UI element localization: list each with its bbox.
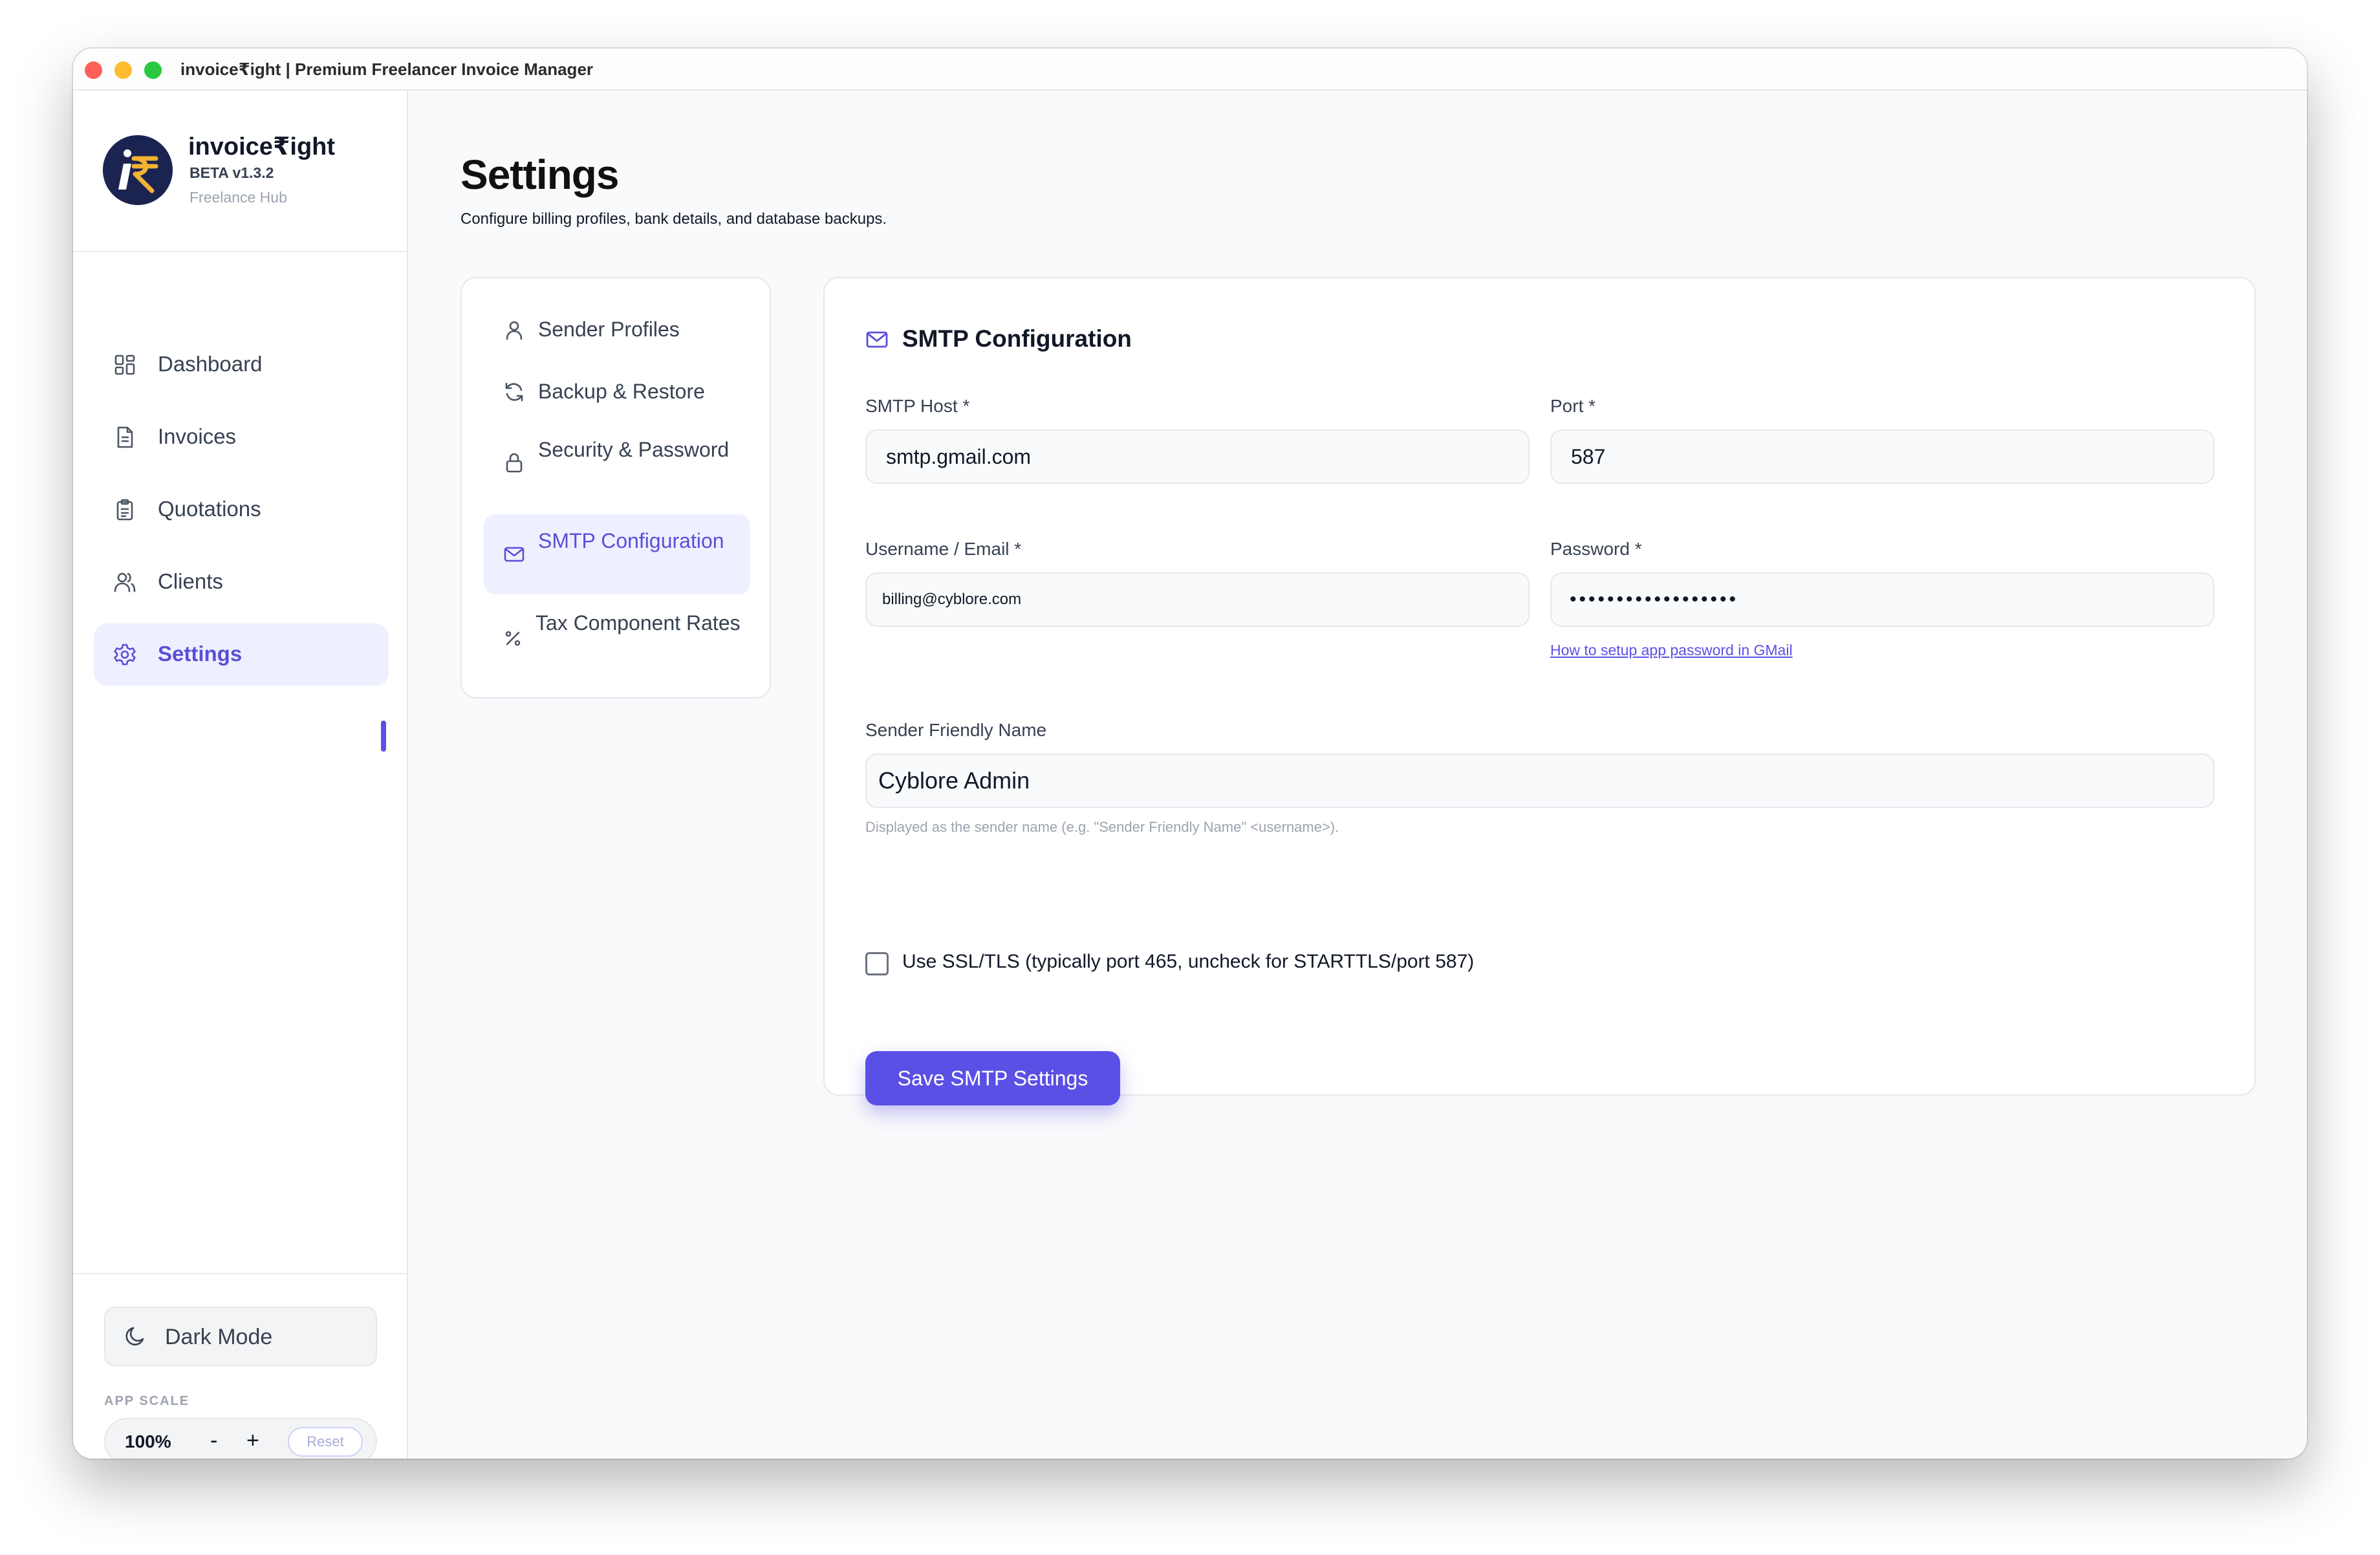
app-window: invoice₹ight | Premium Freelancer Invoic…	[73, 49, 2307, 1459]
page-subtitle: Configure billing profiles, bank details…	[460, 210, 887, 228]
mail-icon	[866, 331, 888, 348]
minimize-window-button[interactable]	[114, 61, 132, 79]
gmail-app-password-help-link[interactable]: How to setup app password in GMail	[1550, 642, 1793, 659]
clipboard-icon	[116, 499, 133, 521]
sidebar-item-settings[interactable]: Settings	[94, 624, 389, 686]
sidebar-item-invoices[interactable]: Invoices	[94, 406, 389, 468]
sidebar-item-dashboard[interactable]: Dashboard	[94, 334, 389, 396]
card-title: SMTP Configuration	[902, 325, 1132, 352]
version-badge: BETA v1.3.2	[189, 164, 274, 181]
user-icon	[506, 321, 523, 340]
subnav-item-tax-component-rates[interactable]: Tax Component Rates	[484, 602, 750, 673]
subnav-item-label: SMTP Configuration	[538, 529, 724, 552]
dark-mode-label: Dark Mode	[165, 1325, 273, 1349]
page-title: Settings	[460, 151, 619, 198]
port-label: Port *	[1550, 396, 1596, 416]
moon-icon	[125, 1327, 144, 1345]
title-bar: invoice₹ight | Premium Freelancer Invoic…	[73, 49, 2307, 91]
sidebar-item-label: Clients	[158, 569, 223, 593]
scale-decrease-button[interactable]: -	[210, 1428, 217, 1453]
users-icon	[114, 572, 136, 593]
scale-value: 100%	[125, 1431, 171, 1452]
subnav-item-label: Security & Password	[538, 438, 730, 461]
ssl-tls-checkbox[interactable]	[865, 952, 889, 975]
username-email-input[interactable]: billing@cyblore.com	[865, 572, 1530, 627]
lock-icon	[506, 453, 523, 473]
sender-name-hint: Displayed as the sender name (e.g. "Send…	[865, 819, 1339, 835]
subnav-item-label: Tax Component Rates	[536, 611, 741, 635]
scale-reset-button[interactable]: Reset	[288, 1427, 363, 1457]
active-indicator	[381, 721, 386, 752]
close-window-button[interactable]	[85, 61, 102, 79]
save-smtp-settings-button[interactable]: Save SMTP Settings	[865, 1051, 1120, 1105]
sidebar-item-label: Dashboard	[158, 352, 263, 376]
zoom-window-button[interactable]	[144, 61, 162, 79]
dashboard-icon	[114, 354, 135, 375]
smtp-configuration-card: SMTP Configuration SMTP Host * smtp.gmai…	[823, 277, 2256, 1105]
sender-friendly-name-input[interactable]: Cyblore Admin	[865, 754, 2214, 808]
document-icon	[117, 426, 133, 448]
sender-friendly-name-label: Sender Friendly Name	[865, 720, 1047, 740]
window-title: invoice₹ight | Premium Freelancer Invoic…	[180, 60, 594, 79]
scale-increase-button[interactable]: +	[246, 1428, 259, 1453]
sidebar-footer: Dark Mode APP SCALE 100% - + Reset	[73, 1273, 407, 1459]
port-input[interactable]: 587	[1550, 430, 2214, 484]
password-label: Password *	[1550, 539, 1642, 559]
password-input[interactable]: ••••••••••••••••••	[1550, 572, 2214, 627]
sidebar: invoice₹ight BETA v1.3.2 Freelance Hub D…	[73, 91, 408, 1459]
subnav-item-label: Sender Profiles	[538, 318, 680, 341]
brand-header: invoice₹ight BETA v1.3.2 Freelance Hub	[73, 91, 407, 252]
brand-subtitle: Freelance Hub	[189, 189, 287, 206]
app-scale-control: 100% - + Reset	[104, 1418, 377, 1459]
app-scale-label: APP SCALE	[104, 1394, 190, 1408]
subnav-item-security-password[interactable]: Security & Password	[484, 427, 750, 498]
sidebar-item-quotations[interactable]: Quotations	[94, 479, 389, 541]
sidebar-item-label: Settings	[158, 642, 243, 666]
smtp-host-input[interactable]: smtp.gmail.com	[865, 430, 1530, 484]
refresh-icon	[505, 382, 523, 402]
sidebar-item-clients[interactable]: Clients	[94, 551, 389, 613]
dark-mode-button[interactable]: Dark Mode	[104, 1307, 377, 1366]
sidebar-item-label: Quotations	[158, 497, 261, 521]
subnav-item-sender-profiles[interactable]: Sender Profiles	[484, 304, 750, 356]
gear-icon	[114, 644, 136, 666]
sidebar-item-label: Invoices	[158, 424, 237, 448]
subnav-item-backup-restore[interactable]: Backup & Restore	[484, 366, 750, 418]
settings-subnav: Sender Profiles Backup & Restore Securit…	[460, 277, 771, 699]
subnav-item-label: Backup & Restore	[538, 380, 705, 403]
smtp-host-label: SMTP Host *	[865, 396, 970, 416]
username-label: Username / Email *	[865, 539, 1022, 559]
percent-icon	[505, 631, 521, 646]
brand-logo-icon	[103, 135, 173, 205]
mail-icon	[504, 547, 525, 562]
subnav-item-smtp-configuration[interactable]: SMTP Configuration	[484, 514, 750, 594]
brand-name: invoice₹ight	[188, 133, 336, 160]
ssl-tls-label[interactable]: Use SSL/TLS (typically port 465, uncheck…	[902, 951, 1474, 973]
